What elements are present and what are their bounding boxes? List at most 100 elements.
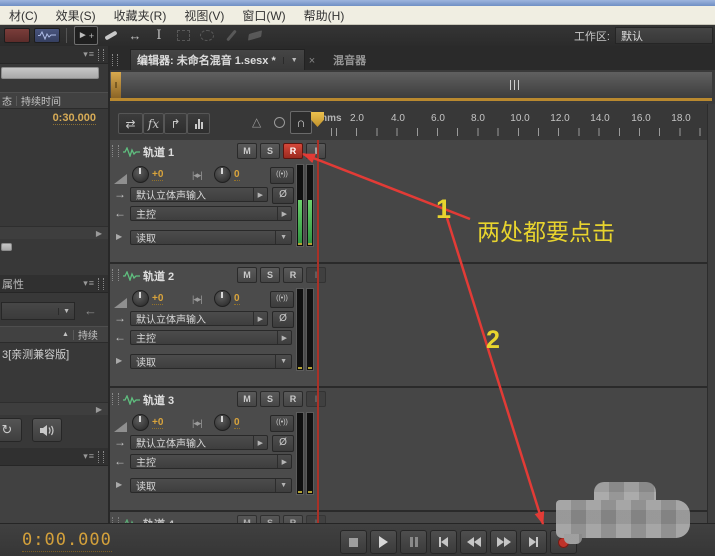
volume-knob[interactable] — [132, 166, 149, 183]
fx-button[interactable]: fx — [143, 113, 164, 134]
panel-grip[interactable] — [112, 54, 118, 66]
workspace-dropdown[interactable]: 默认 — [615, 27, 713, 44]
input-monitor-button[interactable]: I — [306, 391, 326, 407]
eq-button[interactable] — [187, 113, 210, 134]
menu-effects[interactable]: 效果(S) — [47, 7, 105, 24]
output-dropdown[interactable]: 主控▶ — [130, 206, 292, 221]
fast-forward-button[interactable] — [490, 530, 517, 554]
record-arm-button[interactable]: R — [283, 143, 303, 159]
media-filter-dropdown[interactable]: ▼ — [1, 302, 75, 320]
panel-grip[interactable] — [98, 451, 104, 463]
volume-knob[interactable] — [132, 290, 149, 307]
track-name[interactable]: 轨道 2 — [143, 268, 174, 284]
sends-toggle-button[interactable]: ((•)) — [270, 291, 294, 308]
tab-mixer[interactable]: 混音器 — [321, 50, 378, 70]
record-arm-button[interactable]: R — [283, 267, 303, 283]
right-scroll-strip[interactable] — [707, 104, 715, 523]
scroll-right-icon[interactable]: ▶ — [96, 405, 102, 414]
mute-button[interactable]: M — [237, 391, 257, 407]
collapse-icon[interactable]: ▶ — [116, 356, 122, 365]
pan-value[interactable]: 0 — [234, 417, 240, 429]
menu-favorites[interactable]: 收藏夹(R) — [105, 7, 176, 24]
solo-button[interactable]: S — [260, 515, 280, 523]
mute-button[interactable]: M — [237, 515, 257, 523]
tab-editor[interactable]: 编辑器: 未命名混音 1.sesx * ▼ — [130, 49, 305, 70]
sends-toggle-button[interactable]: ((•)) — [270, 415, 294, 432]
sort-column-label[interactable]: 持续 — [78, 327, 98, 342]
zoom-navigator-bar[interactable]: ‖ — [110, 72, 712, 101]
timeline-ruler[interactable]: hms 2.0 4.0 6.0 8.0 10.0 12.0 14.0 16.0 … — [318, 104, 707, 140]
volume-value[interactable]: +0 — [152, 169, 163, 181]
collapse-icon[interactable]: ▶ — [116, 232, 122, 241]
navigator-left-handle[interactable]: ‖ — [111, 72, 121, 98]
menu-window[interactable]: 窗口(W) — [233, 7, 294, 24]
track-name[interactable]: 轨道 1 — [143, 144, 174, 160]
menu-view[interactable]: 视图(V) — [175, 7, 233, 24]
skip-end-button[interactable] — [520, 530, 547, 554]
sort-up-icon[interactable]: ▲ — [62, 331, 69, 338]
chevron-down-icon[interactable]: ▼ — [283, 57, 298, 64]
automation-dropdown[interactable]: 读取▼ — [130, 354, 292, 369]
track-divider[interactable] — [110, 386, 707, 388]
phase-button[interactable]: Ø — [272, 187, 294, 204]
solo-button[interactable]: S — [260, 391, 280, 407]
track-drag-handle[interactable] — [112, 393, 119, 405]
play-button[interactable] — [370, 530, 397, 554]
input-monitor-button[interactable]: I — [306, 515, 326, 523]
pan-value[interactable]: 0 — [234, 293, 240, 305]
rewind-button[interactable] — [460, 530, 487, 554]
phase-button[interactable]: Ø — [272, 311, 294, 328]
time-display[interactable]: 0:00.000 — [22, 530, 112, 552]
eraser-tool[interactable] — [244, 27, 266, 44]
solo-button[interactable]: S — [260, 143, 280, 159]
volume-knob[interactable] — [132, 414, 149, 431]
media-list-item[interactable]: 3[亲测兼容版] — [2, 346, 69, 362]
mute-button[interactable]: M — [237, 143, 257, 159]
panel-menu-icon[interactable]: ▾≡ — [83, 451, 95, 462]
column-state[interactable]: 态 — [2, 93, 12, 108]
pan-knob[interactable] — [214, 290, 231, 307]
tab-close-icon[interactable]: × — [309, 55, 315, 67]
stop-button[interactable] — [340, 530, 367, 554]
input-dropdown[interactable]: 默认立体声输入▶ — [130, 187, 268, 202]
panel-grip[interactable] — [98, 49, 104, 61]
record-arm-button[interactable]: R — [283, 391, 303, 407]
track-name[interactable]: 轨道 4 — [143, 516, 174, 523]
sends-button[interactable]: ↱ — [164, 113, 187, 134]
multitrack-view-button[interactable] — [34, 28, 60, 43]
track-name[interactable]: 轨道 3 — [143, 392, 174, 408]
io-routing-button[interactable]: ⇄ — [118, 113, 143, 134]
column-duration[interactable]: 持续时间 — [21, 93, 61, 108]
mute-button[interactable]: M — [237, 267, 257, 283]
metronome-icon[interactable]: △ — [252, 115, 261, 129]
menu-clip[interactable]: 材(C) — [0, 7, 47, 24]
automation-dropdown[interactable]: 读取▼ — [130, 230, 292, 245]
media-panel-tab[interactable]: 属性 — [2, 276, 24, 292]
files-hscrollbar[interactable] — [1, 67, 99, 79]
razor-tool[interactable] — [100, 27, 122, 44]
text-tool[interactable]: I — [148, 27, 170, 44]
input-monitor-button[interactable]: I — [306, 267, 326, 283]
track-drag-handle[interactable] — [112, 145, 119, 157]
brush-tool[interactable] — [220, 27, 242, 44]
output-dropdown[interactable]: 主控▶ — [130, 454, 292, 469]
track-divider[interactable] — [110, 262, 707, 264]
marquee-tool[interactable] — [172, 27, 194, 44]
navigator-grip[interactable] — [510, 80, 522, 90]
skip-start-button[interactable] — [430, 530, 457, 554]
panel-menu-icon[interactable]: ▾≡ — [83, 49, 95, 60]
pause-button[interactable] — [400, 530, 427, 554]
move-tool[interactable]: ►+ — [74, 26, 98, 45]
collapse-icon[interactable]: ▶ — [116, 480, 122, 489]
panel-menu-icon[interactable]: ▾≡ — [83, 278, 95, 289]
input-dropdown[interactable]: 默认立体声输入▶ — [130, 435, 268, 450]
track-drag-handle[interactable] — [112, 269, 119, 281]
files-hscroll-thumb[interactable] — [1, 243, 12, 251]
scroll-right-icon[interactable]: ▶ — [96, 229, 102, 238]
input-dropdown[interactable]: 默认立体声输入▶ — [130, 311, 268, 326]
snap-magnet-button[interactable]: ∩ — [290, 111, 312, 134]
record-arm-button[interactable]: R — [283, 515, 303, 523]
volume-value[interactable]: +0 — [152, 293, 163, 305]
panel-grip[interactable] — [98, 278, 104, 290]
waveform-view-button[interactable] — [4, 28, 30, 43]
